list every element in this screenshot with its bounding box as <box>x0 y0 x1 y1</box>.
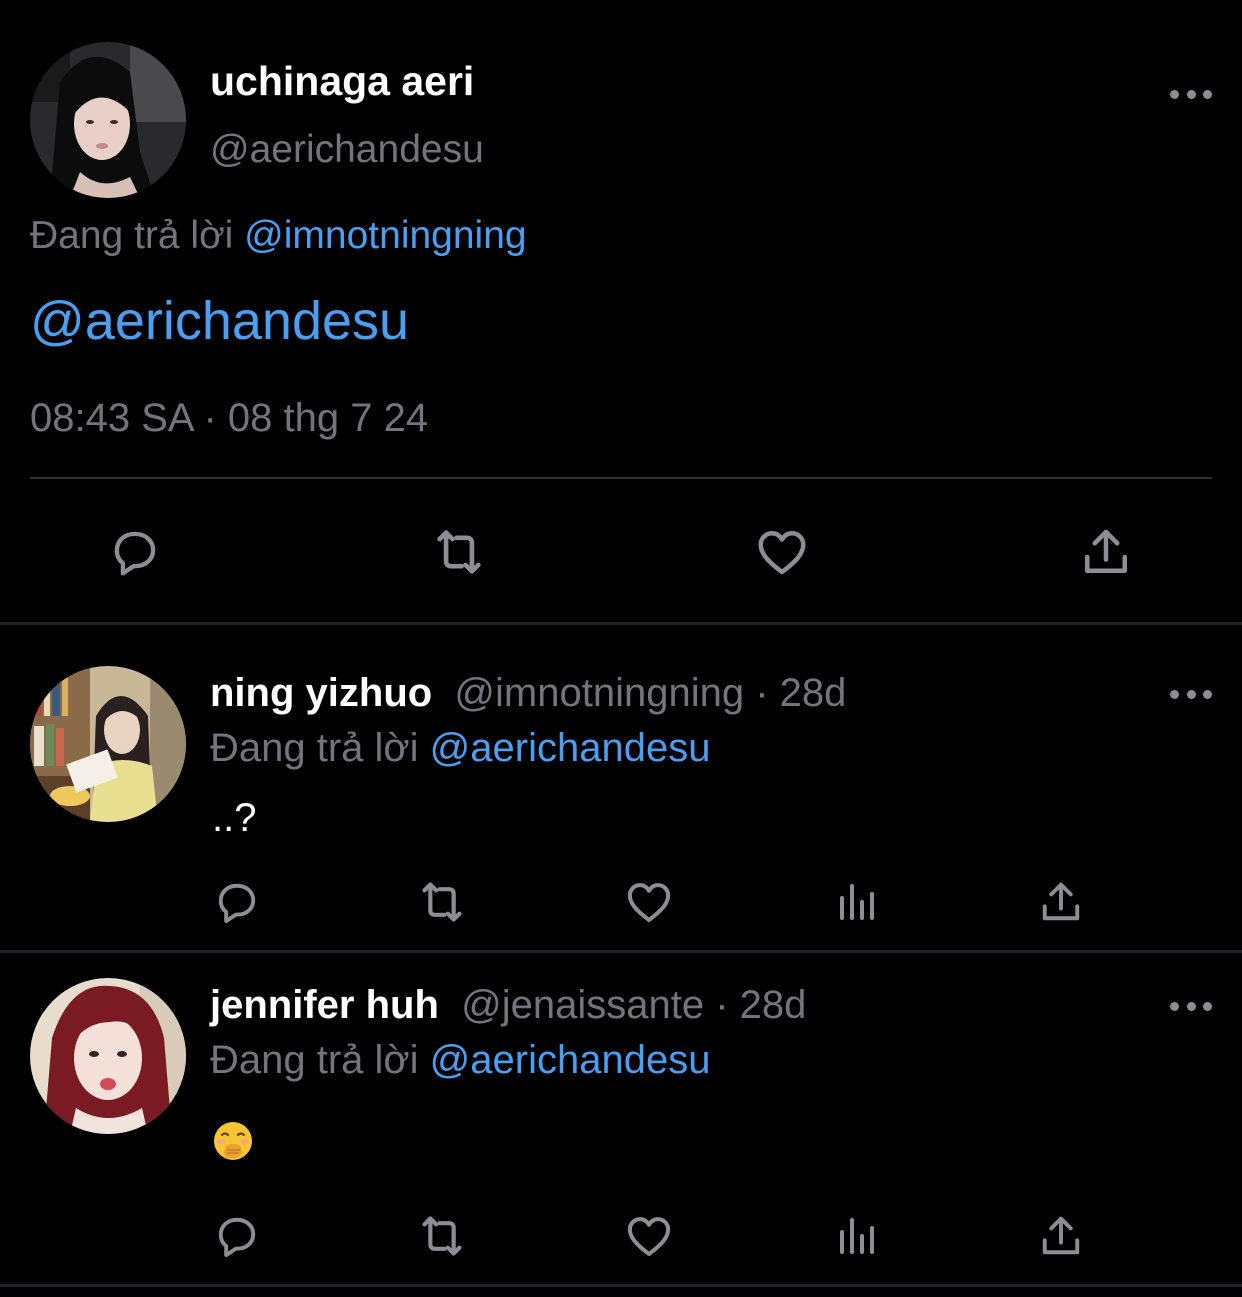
divider <box>30 477 1212 479</box>
replying-to-mention[interactable]: @imnotningning <box>244 214 526 257</box>
replying-to-mention[interactable]: @aerichandesu <box>430 1038 711 1082</box>
tweet-actions <box>0 874 1242 930</box>
replying-prefix: Đang trả lời <box>210 726 419 770</box>
reply-tweet[interactable]: jennifer huh @jenaissante · 28d Đang trả… <box>0 978 1242 1284</box>
more-options-icon[interactable] <box>1170 84 1212 104</box>
tweet-timestamp[interactable]: 08:43 SA · 08 thg 7 24 <box>30 396 428 441</box>
reply-icon[interactable] <box>209 874 265 930</box>
replying-to: Đang trả lời @aerichandesu <box>210 1038 710 1083</box>
display-name[interactable]: jennifer huh <box>210 983 439 1027</box>
replying-prefix: Đang trả lời <box>30 214 234 257</box>
views-icon[interactable] <box>828 1208 884 1264</box>
reply-text: ..? <box>212 796 257 840</box>
main-tweet: uchinaga aeri @aerichandesu Đang trả lời… <box>0 0 1242 624</box>
tweet-actions <box>0 1208 1242 1264</box>
tweet-body-mention[interactable]: @aerichandesu <box>30 290 409 352</box>
share-icon[interactable] <box>1074 520 1138 584</box>
avatar[interactable] <box>30 666 186 822</box>
like-icon[interactable] <box>621 1208 677 1264</box>
share-icon[interactable] <box>1033 1208 1089 1264</box>
hand-over-mouth-emoji <box>212 1120 254 1172</box>
retweet-icon[interactable] <box>414 874 470 930</box>
like-icon[interactable] <box>621 874 677 930</box>
replying-to: Đang trả lời @aerichandesu <box>210 726 710 771</box>
reply-icon[interactable] <box>103 520 167 584</box>
user-handle-time[interactable]: @jenaissante · 28d <box>461 983 806 1027</box>
retweet-icon[interactable] <box>414 1208 470 1264</box>
views-icon[interactable] <box>828 874 884 930</box>
reply-tweet[interactable]: ning yizhuo @imnotningning · 28d Đang tr… <box>0 666 1242 950</box>
more-options-icon[interactable] <box>1170 996 1212 1016</box>
avatar[interactable] <box>30 978 186 1134</box>
reply-header: jennifer huh @jenaissante · 28d <box>210 983 806 1028</box>
display-name[interactable]: uchinaga aeri <box>210 58 474 105</box>
user-handle-time[interactable]: @imnotningning · 28d <box>454 671 846 715</box>
reply-header: ning yizhuo @imnotningning · 28d <box>210 671 846 716</box>
tweet-actions <box>0 520 1242 584</box>
divider <box>0 1284 1242 1287</box>
replying-to: Đang trả lời @imnotningning <box>30 214 527 258</box>
replying-to-mention[interactable]: @aerichandesu <box>430 726 711 770</box>
replying-prefix: Đang trả lời <box>210 1038 419 1082</box>
more-options-icon[interactable] <box>1170 684 1212 704</box>
user-handle[interactable]: @aerichandesu <box>210 128 484 172</box>
divider <box>0 622 1242 625</box>
share-icon[interactable] <box>1033 874 1089 930</box>
retweet-icon[interactable] <box>427 520 491 584</box>
like-icon[interactable] <box>750 520 814 584</box>
reply-icon[interactable] <box>209 1208 265 1264</box>
display-name[interactable]: ning yizhuo <box>210 671 432 715</box>
divider <box>0 950 1242 953</box>
avatar[interactable] <box>30 42 186 198</box>
